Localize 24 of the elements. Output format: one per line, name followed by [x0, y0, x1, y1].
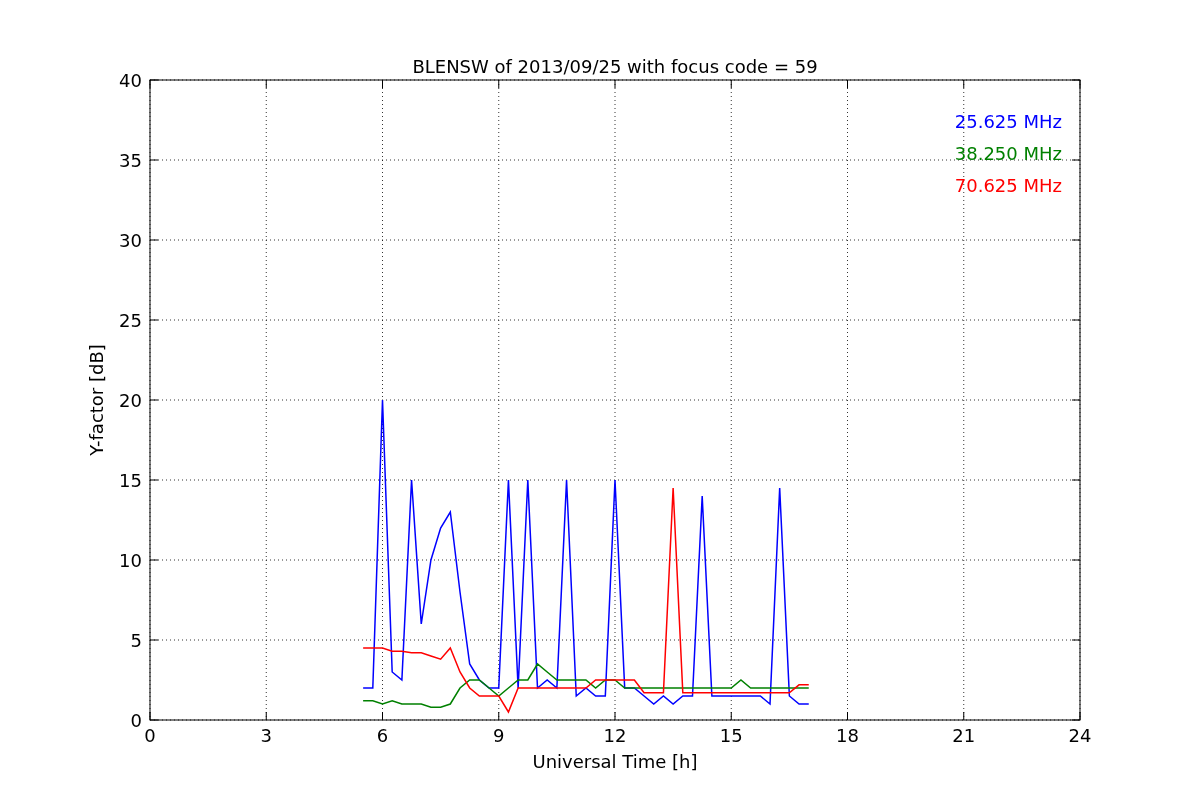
tick-label: 10: [119, 550, 142, 571]
axis-label: Universal Time [h]: [532, 751, 698, 772]
chart-title: BLENSW of 2013/09/25 with focus code = 59: [412, 56, 818, 77]
legend-label: 38.250 MHz: [954, 143, 1062, 164]
tick-label: 24: [1068, 725, 1092, 746]
legend-label: 25.625 MHz: [954, 111, 1062, 132]
tick-label: 40: [119, 70, 142, 91]
tick-label: 9: [493, 725, 505, 746]
tick-label: 5: [130, 630, 142, 651]
tick-label: 0: [130, 710, 142, 731]
tick-label: 30: [119, 230, 142, 251]
tick-label: 21: [952, 725, 976, 746]
axis-label: Y-factor [dB]: [86, 344, 107, 456]
tick-label: 6: [376, 725, 389, 746]
tick-label: 0: [144, 725, 156, 746]
tick-label: 20: [119, 390, 142, 411]
tick-label: 3: [260, 725, 272, 746]
tick-label: 12: [603, 725, 627, 746]
tick-label: 25: [119, 310, 142, 331]
legend-label: 70.625 MHz: [954, 175, 1062, 196]
tick-label: 18: [836, 725, 859, 746]
tick-label: 15: [719, 725, 743, 746]
tick-label: 15: [119, 470, 142, 491]
tick-label: 35: [119, 150, 142, 171]
